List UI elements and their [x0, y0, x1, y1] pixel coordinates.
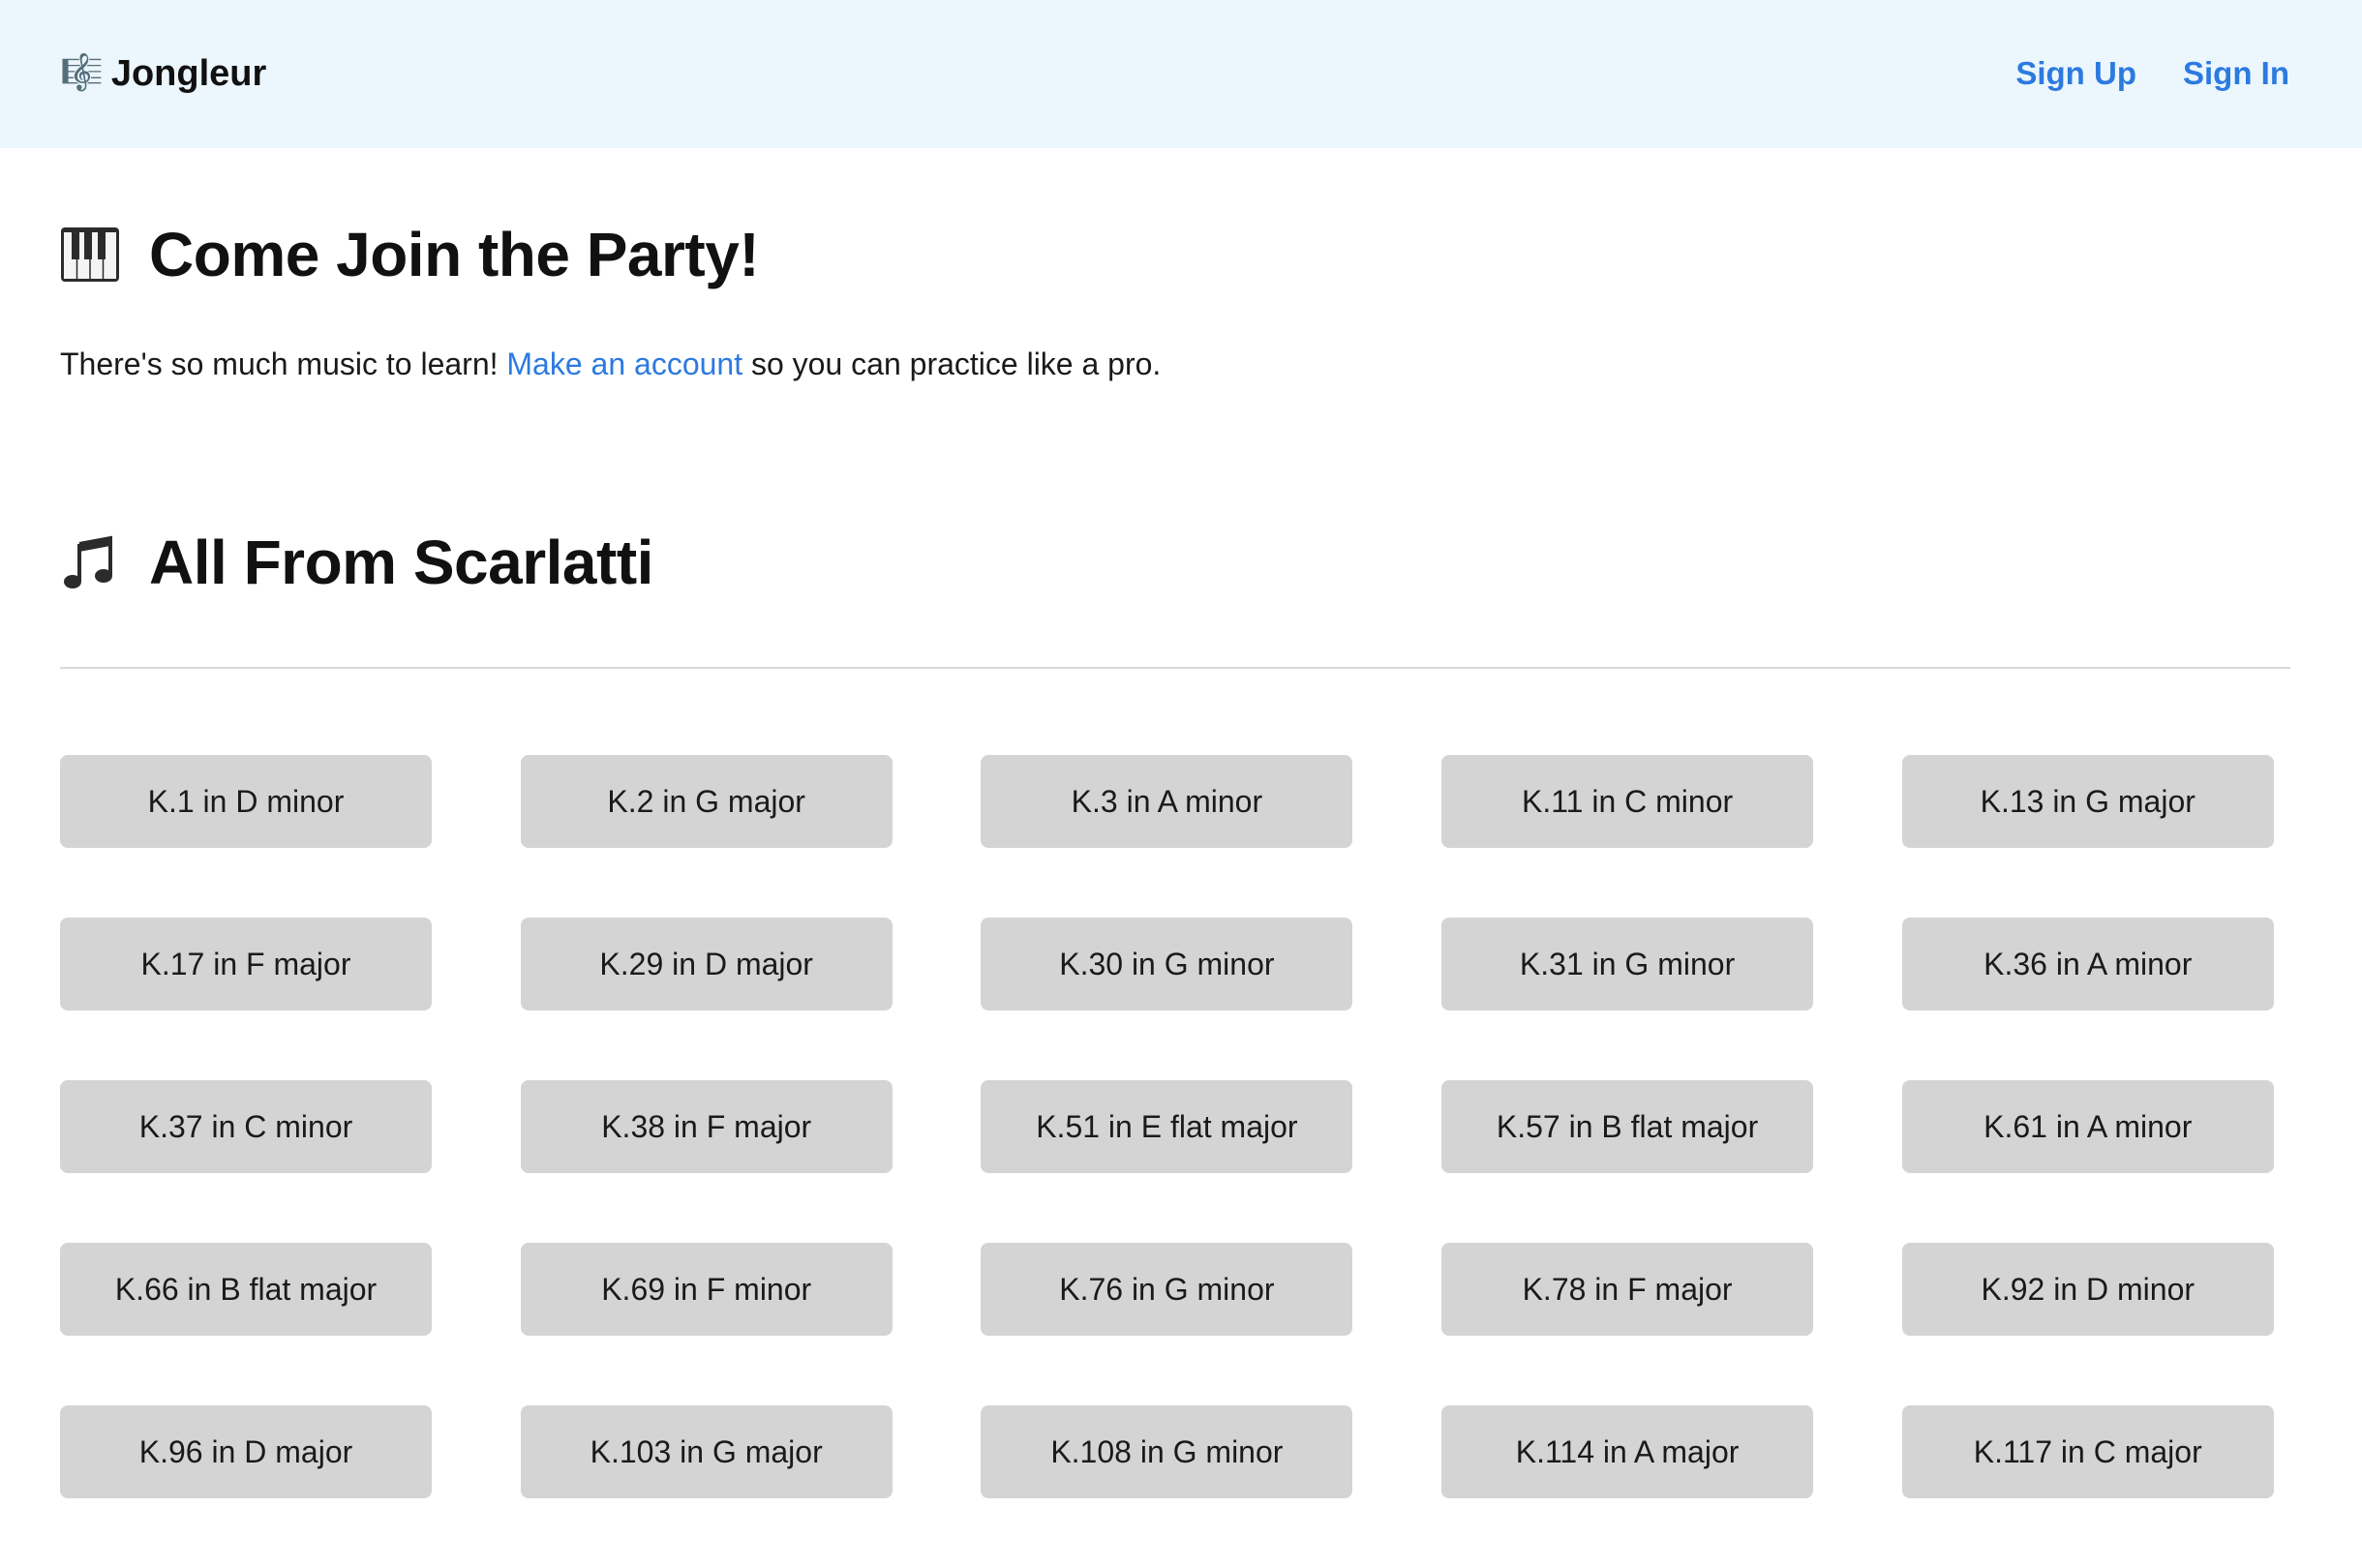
piece-button[interactable]: K.76 in G minor: [981, 1243, 1353, 1336]
sign-in-link[interactable]: Sign In: [2183, 48, 2289, 99]
piece-button[interactable]: K.31 in G minor: [1441, 918, 1814, 1010]
scarlatti-title: All From Scarlatti: [149, 528, 653, 597]
piece-button[interactable]: K.2 in G major: [520, 755, 893, 848]
make-account-link[interactable]: Make an account: [506, 347, 742, 381]
piece-button[interactable]: K.11 in C minor: [1441, 755, 1814, 848]
sign-up-link[interactable]: Sign Up: [2015, 48, 2136, 99]
join-heading: Come Join the Party!: [60, 219, 760, 290]
top-nav: Sign Up Sign In: [2015, 48, 2289, 99]
piece-button[interactable]: K.38 in F major: [520, 1080, 893, 1173]
scarlatti-heading: All From Scarlatti: [60, 527, 653, 598]
intro-text-after: so you can practice like a pro.: [742, 347, 1162, 381]
piece-button[interactable]: K.37 in C minor: [60, 1080, 432, 1173]
piece-button[interactable]: K.117 in C major: [1901, 1405, 2274, 1498]
piece-button[interactable]: K.36 in A minor: [1901, 918, 2274, 1010]
join-intro: There's so much music to learn! Make an …: [60, 345, 1161, 383]
piece-button[interactable]: K.66 in B flat major: [60, 1243, 432, 1336]
piece-button[interactable]: K.114 in A major: [1441, 1405, 1814, 1498]
piece-grid: K.1 in D minor K.2 in G major K.3 in A min…: [60, 755, 2274, 1498]
piano-keyboard-icon: [61, 227, 119, 282]
piece-button[interactable]: K.57 in B flat major: [1441, 1080, 1814, 1173]
piece-button[interactable]: K.29 in D major: [520, 918, 893, 1010]
section-divider: [60, 667, 2290, 669]
musical-score-icon: 🎼: [60, 53, 104, 93]
piece-button[interactable]: K.51 in E flat major: [981, 1080, 1353, 1173]
piece-button[interactable]: K.96 in D major: [60, 1405, 432, 1498]
top-header: 🎼 Jongleur Sign Up Sign In: [0, 0, 2362, 148]
intro-text-before: There's so much music to learn!: [60, 347, 507, 381]
brand-name: Jongleur: [110, 53, 267, 94]
piece-button[interactable]: K.3 in A minor: [981, 755, 1353, 848]
piece-button[interactable]: K.30 in G minor: [981, 918, 1353, 1010]
piece-button[interactable]: K.61 in A minor: [1901, 1080, 2274, 1173]
piece-button[interactable]: K.17 in F major: [60, 918, 432, 1010]
piece-button[interactable]: K.69 in F minor: [520, 1243, 893, 1336]
piece-button[interactable]: K.13 in G major: [1901, 755, 2274, 848]
piece-button[interactable]: K.92 in D minor: [1901, 1243, 2274, 1336]
piece-button[interactable]: K.78 in F major: [1441, 1243, 1814, 1336]
piece-button[interactable]: K.1 in D minor: [60, 755, 432, 848]
musical-note-icon: [64, 535, 112, 588]
piece-button[interactable]: K.108 in G minor: [981, 1405, 1353, 1498]
piece-button[interactable]: K.103 in G major: [520, 1405, 893, 1498]
join-title: Come Join the Party!: [149, 220, 760, 289]
brand[interactable]: 🎼 Jongleur: [60, 48, 266, 99]
